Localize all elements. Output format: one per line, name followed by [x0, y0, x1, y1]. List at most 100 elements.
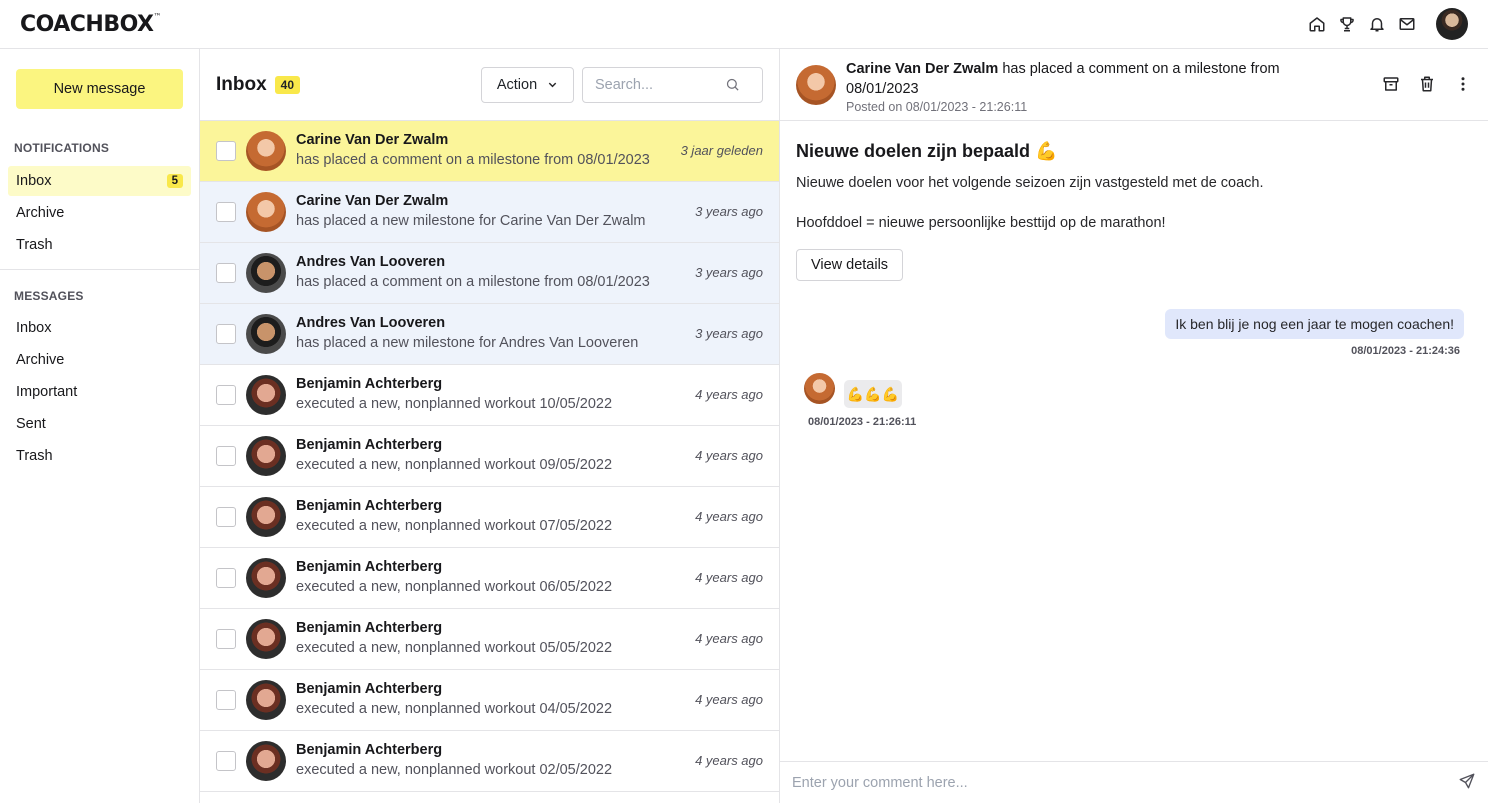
row-checkbox[interactable]: [216, 507, 236, 527]
trophy-icon[interactable]: [1338, 15, 1356, 33]
sidebar-item-messages-archive[interactable]: Archive: [8, 345, 191, 375]
row-summary: executed a new, nonplanned workout 09/05…: [296, 457, 613, 473]
sidebar-item-messages-trash[interactable]: Trash: [8, 441, 191, 471]
row-sender: Benjamin Achterberg: [296, 376, 443, 392]
detail-body-line: Hoofddoel = nieuwe persoonlijke besttijd…: [796, 215, 1166, 231]
sidebar-item-notifications-inbox[interactable]: Inbox 5: [8, 166, 191, 196]
sidebar-item-messages-important[interactable]: Important: [8, 377, 191, 407]
row-checkbox[interactable]: [216, 141, 236, 161]
row-sender: Benjamin Achterberg: [296, 742, 443, 758]
sidebar-item-messages-sent[interactable]: Sent: [8, 409, 191, 439]
avatar: [246, 253, 286, 293]
sidebar-item-label: Trash: [16, 448, 53, 464]
sidebar: New message NOTIFICATIONS Inbox 5 Archiv…: [0, 49, 200, 803]
list-item[interactable]: Benjamin Achterberg executed a new, nonpl…: [200, 365, 779, 426]
list-item[interactable]: Andres Van Looveren has placed a comment …: [200, 243, 779, 304]
row-checkbox[interactable]: [216, 568, 236, 588]
top-bar: COACHBOX™: [0, 0, 1488, 49]
action-dropdown[interactable]: Action: [481, 66, 574, 103]
list-item[interactable]: Benjamin Achterberg executed a new, nonpl…: [200, 731, 779, 792]
row-checkbox[interactable]: [216, 263, 236, 283]
chevron-down-icon: [548, 82, 557, 88]
list-item[interactable]: Benjamin Achterberg executed a new, nonpl…: [200, 548, 779, 609]
detail-header: Carine Van Der Zwalm has placed a commen…: [780, 49, 1488, 121]
row-checkbox[interactable]: [216, 324, 236, 344]
send-icon[interactable]: [1458, 772, 1476, 793]
row-sender: Benjamin Achterberg: [296, 559, 443, 575]
list-item[interactable]: Benjamin Achterberg executed a new, nonpl…: [200, 426, 779, 487]
row-sender: Andres Van Looveren: [296, 315, 446, 331]
inbox-list: Inbox 40 Action Carine Van Der Zwalmhas …: [200, 49, 780, 803]
list-item[interactable]: Benjamin Achterberg executed a new, nonpl…: [200, 487, 779, 548]
row-time: 3 years ago: [695, 265, 763, 280]
avatar: [246, 619, 286, 659]
more-vertical-icon[interactable]: [1454, 75, 1472, 93]
detail-body-line: Nieuwe doelen voor het volgende seizoen …: [796, 175, 1264, 191]
row-checkbox[interactable]: [216, 690, 236, 710]
chat-timestamp: 08/01/2023 - 21:26:11: [808, 416, 917, 428]
inbox-count-badge: 40: [274, 75, 301, 94]
search-icon[interactable]: [725, 77, 740, 92]
app-logo[interactable]: COACHBOX™: [20, 12, 161, 37]
avatar: [246, 436, 286, 476]
view-details-button[interactable]: View details: [796, 249, 903, 281]
row-sender: Benjamin Achterberg: [296, 498, 443, 514]
row-sender: Benjamin Achterberg: [296, 681, 443, 697]
comment-input[interactable]: [792, 774, 1458, 791]
row-sender: Benjamin Achterberg: [296, 620, 443, 636]
avatar: [804, 373, 835, 404]
sidebar-item-label: Archive: [16, 352, 65, 368]
action-label: Action: [496, 76, 538, 93]
chat-bubble-outgoing: Ik ben blij je nog een jaar te mogen coa…: [1165, 309, 1464, 339]
mail-icon[interactable]: [1398, 15, 1416, 33]
sidebar-item-label: Sent: [16, 416, 46, 432]
trash-icon[interactable]: [1418, 75, 1436, 93]
row-summary: has placed a new milestone for Carine Va…: [296, 213, 646, 229]
list-header: Inbox 40 Action: [200, 49, 779, 121]
search-box: [582, 66, 763, 103]
archive-icon[interactable]: [1382, 75, 1400, 93]
avatar: [246, 558, 286, 598]
avatar: [246, 375, 286, 415]
sidebar-item-notifications-trash[interactable]: Trash: [8, 230, 191, 260]
unread-count-badge: 5: [166, 174, 183, 188]
sidebar-item-label: Inbox: [16, 320, 52, 336]
avatar: [246, 741, 286, 781]
list-item[interactable]: Carine Van Der Zwalm has placed a comment…: [200, 121, 779, 182]
home-icon[interactable]: [1308, 15, 1326, 33]
search-input[interactable]: [595, 76, 725, 93]
avatar: [246, 497, 286, 537]
row-time: 4 years ago: [695, 509, 763, 524]
list-item[interactable]: Andres Van Looveren has placed a new mile…: [200, 304, 779, 365]
sidebar-item-messages-inbox[interactable]: Inbox: [8, 313, 191, 343]
list-item[interactable]: Carine Van Der Zwalm has placed a new mil…: [200, 182, 779, 243]
messages-section-title: MESSAGES: [14, 289, 84, 303]
row-time: 4 years ago: [695, 570, 763, 585]
bell-icon[interactable]: [1368, 15, 1386, 33]
row-time: 4 years ago: [695, 753, 763, 768]
new-message-button[interactable]: New message: [16, 69, 183, 109]
row-time: 4 years ago: [695, 692, 763, 707]
posted-timestamp: Posted on 08/01/2023 - 21:26:11: [846, 100, 1028, 114]
avatar: [246, 131, 286, 171]
row-time: 4 years ago: [695, 631, 763, 646]
sidebar-item-notifications-archive[interactable]: Archive: [8, 198, 191, 228]
row-checkbox[interactable]: [216, 202, 236, 222]
chat-timestamp: 08/01/2023 - 21:24:36: [1351, 345, 1460, 357]
row-time: 3 jaar geleden: [680, 143, 763, 158]
sidebar-divider: [0, 269, 199, 270]
list-item[interactable]: Benjamin Achterberg executed a new, nonpl…: [200, 609, 779, 670]
user-avatar[interactable]: [1436, 8, 1468, 40]
avatar: [246, 314, 286, 354]
row-summary: executed a new, nonplanned workout 04/05…: [296, 701, 613, 717]
row-summary: executed a new, nonplanned workout 06/05…: [296, 579, 613, 595]
row-checkbox[interactable]: [216, 751, 236, 771]
list-item[interactable]: Benjamin Achterberg executed a new, nonpl…: [200, 670, 779, 731]
chat-bubble-incoming: 💪💪💪: [844, 380, 902, 408]
row-checkbox[interactable]: [216, 385, 236, 405]
row-checkbox[interactable]: [216, 446, 236, 466]
row-time: 4 years ago: [695, 387, 763, 402]
row-time: 3 years ago: [695, 204, 763, 219]
row-checkbox[interactable]: [216, 629, 236, 649]
detail-title: Nieuwe doelen zijn bepaald 💪: [796, 141, 1058, 161]
